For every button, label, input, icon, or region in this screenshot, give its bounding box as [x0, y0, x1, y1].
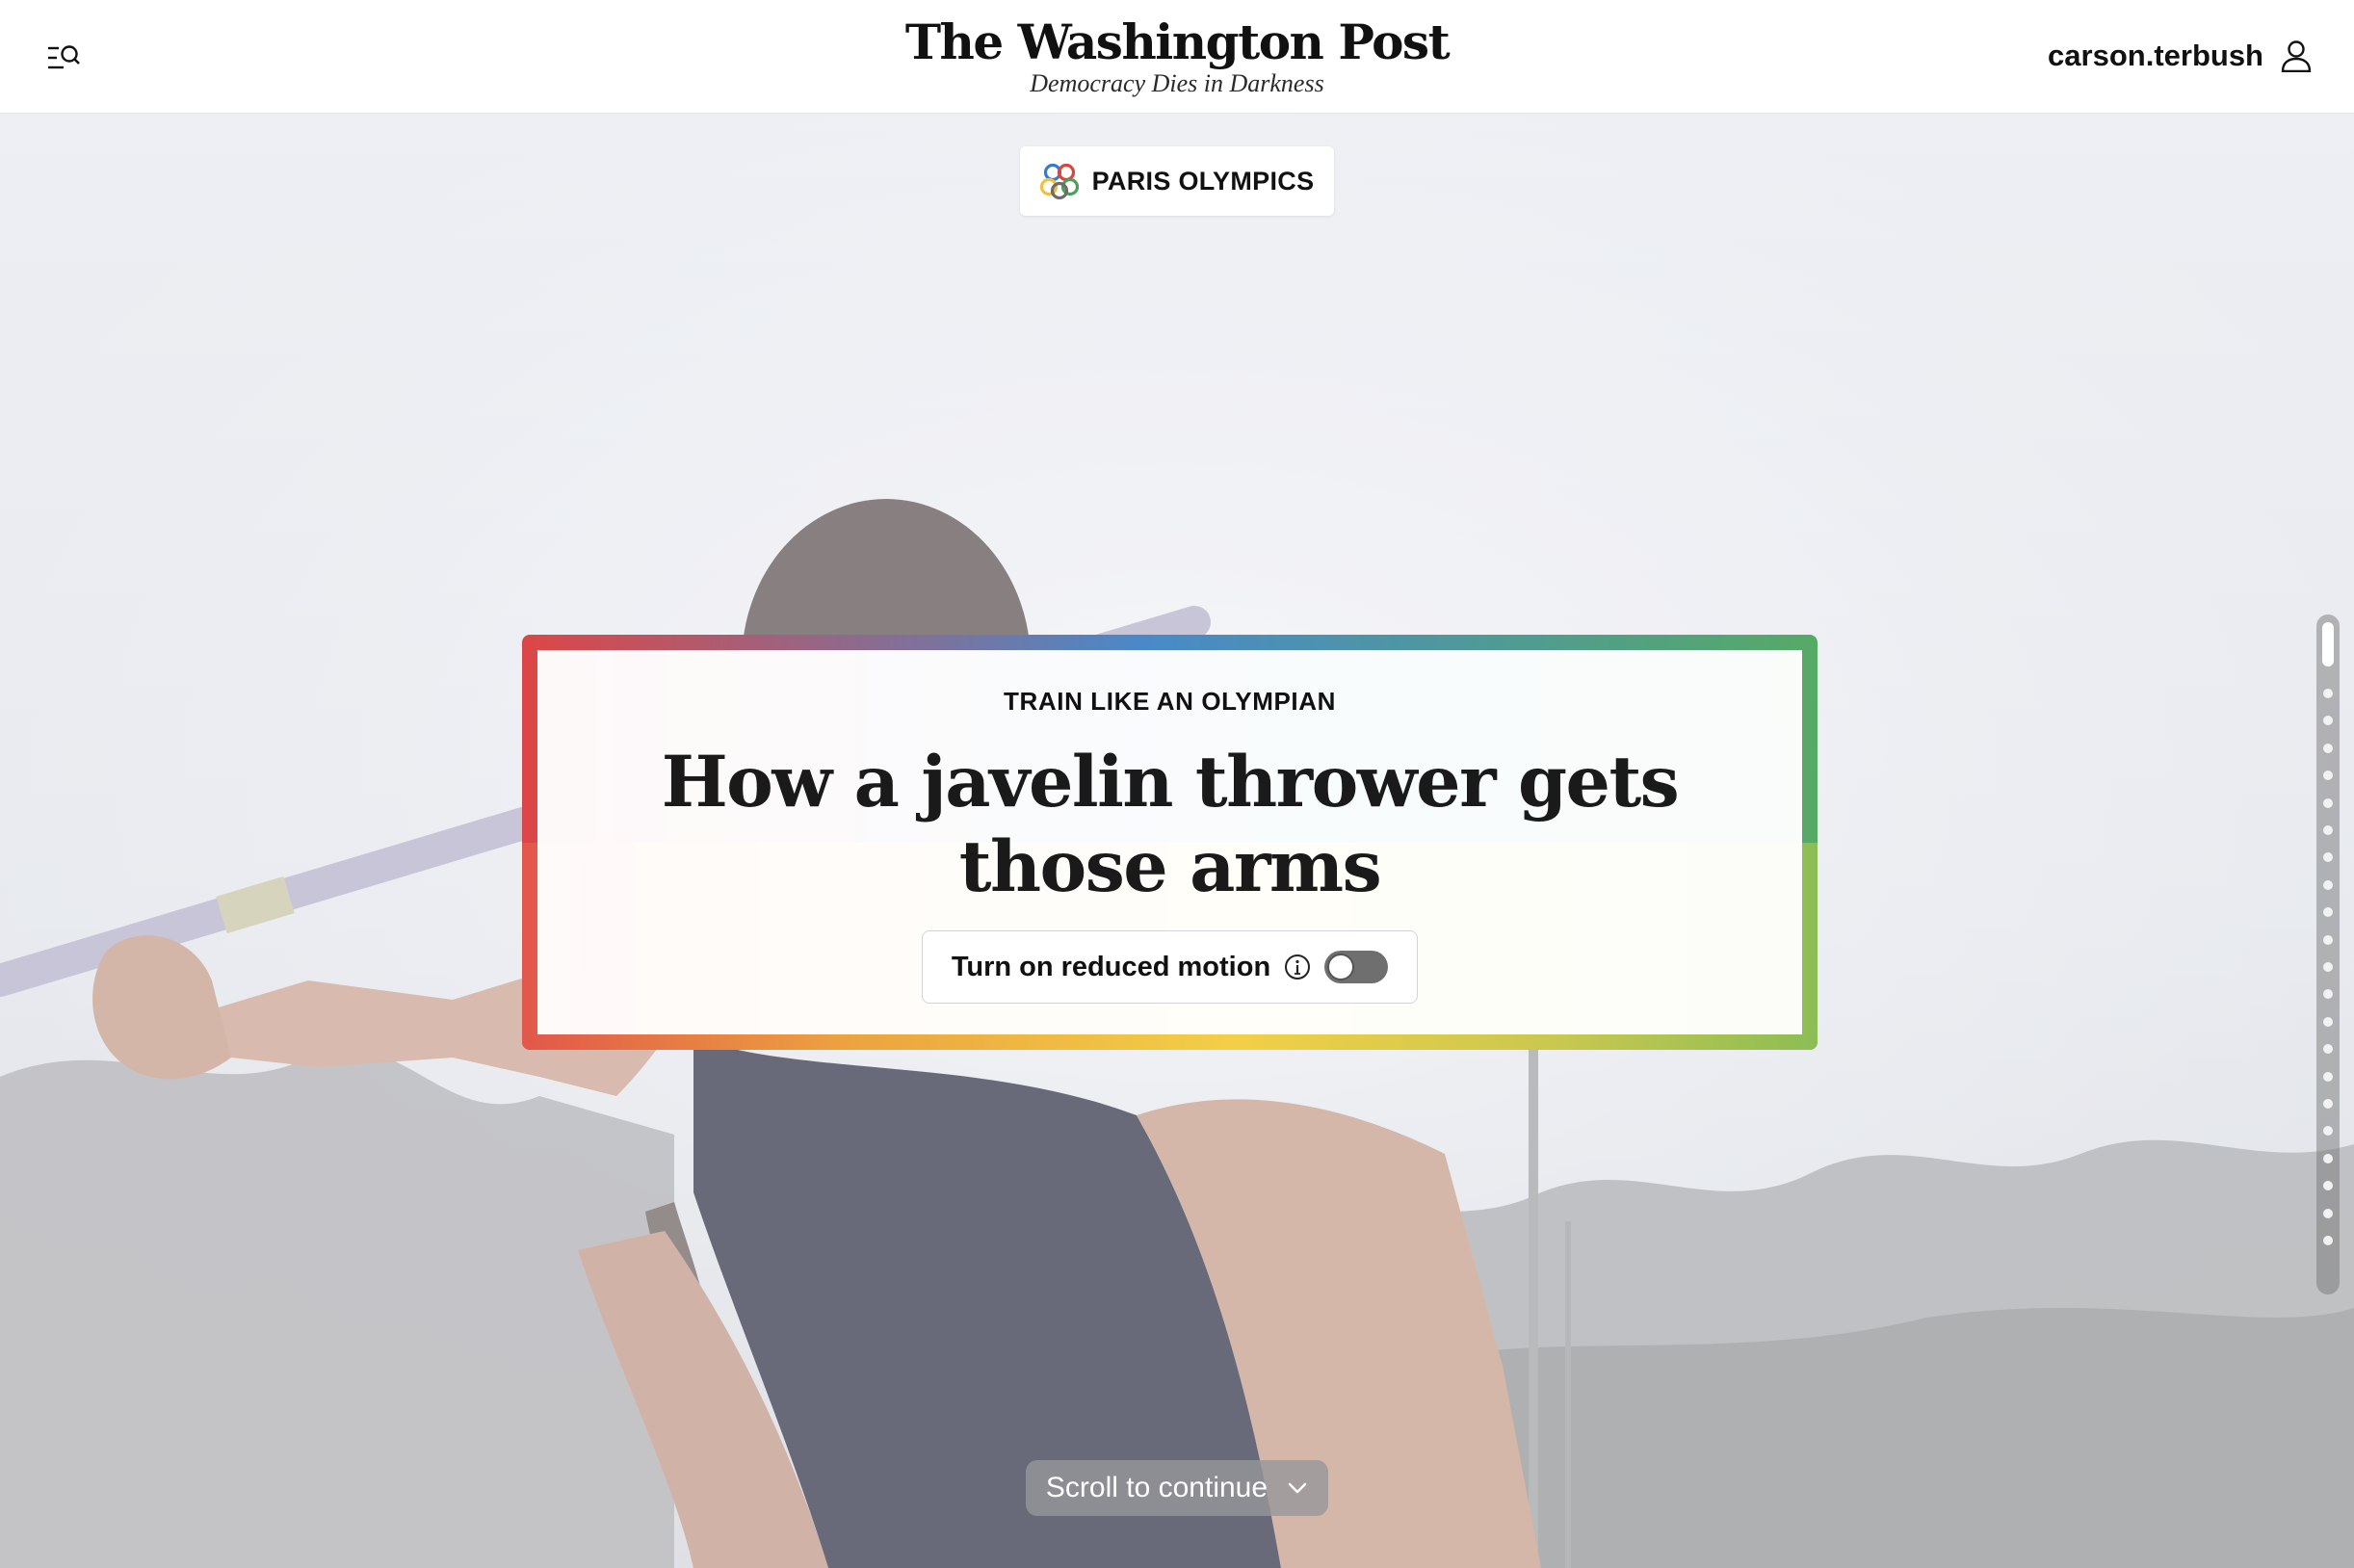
- reduced-motion-toggle[interactable]: [1324, 951, 1389, 983]
- story-progress-dot[interactable]: [2323, 907, 2333, 918]
- story-progress-rail[interactable]: [2316, 614, 2340, 1294]
- story-progress-dot[interactable]: [2323, 689, 2333, 698]
- page: The Washington Post Democracy Dies in Da…: [0, 0, 2354, 1568]
- reduced-motion-label: Turn on reduced motion: [951, 951, 1271, 982]
- logo-tagline: Democracy Dies in Darkness: [1030, 69, 1324, 97]
- scroll-label: Scroll to continue: [1045, 1472, 1269, 1503]
- logo-name: The Washington Post: [904, 13, 1451, 70]
- olympic-rings-icon: [1039, 163, 1079, 200]
- menu-search-icon: [48, 45, 80, 69]
- story-progress-dot[interactable]: [2323, 1236, 2333, 1245]
- story-progress-dot[interactable]: [2323, 825, 2333, 835]
- scroll-to-continue-button[interactable]: Scroll to continue: [1026, 1460, 1328, 1516]
- story-progress-dot[interactable]: [2323, 989, 2333, 1000]
- story-progress-dot[interactable]: [2323, 934, 2333, 945]
- story-progress-dot[interactable]: [2323, 1071, 2333, 1082]
- story-progress-dot[interactable]: [2323, 1153, 2333, 1163]
- story-progress-dot[interactable]: [2323, 716, 2333, 726]
- site-header: The Washington Post Democracy Dies in Da…: [0, 0, 2354, 114]
- user-icon: [2281, 40, 2312, 72]
- account-menu[interactable]: carson.terbush: [2048, 35, 2312, 77]
- story-progress-dot[interactable]: [2323, 743, 2333, 753]
- story-progress-dot[interactable]: [2323, 771, 2333, 781]
- menu-search-button[interactable]: [42, 37, 85, 79]
- section-label: PARIS OLYMPICS: [1091, 166, 1315, 196]
- section-link-paris-olympics[interactable]: PARIS OLYMPICS: [1020, 146, 1334, 216]
- toggle-knob: [1327, 954, 1355, 980]
- story-progress-dot[interactable]: [2323, 1208, 2333, 1218]
- reduced-motion-control[interactable]: Turn on reduced motion: [921, 930, 1419, 1004]
- story-progress-dot[interactable]: [2323, 879, 2333, 890]
- story-progress-dot[interactable]: [2323, 852, 2333, 863]
- story-progress-dot[interactable]: [2323, 1099, 2333, 1109]
- story-progress-dot[interactable]: [2323, 1126, 2333, 1137]
- info-icon[interactable]: [1284, 954, 1311, 980]
- story-progress-dot[interactable]: [2323, 1044, 2333, 1055]
- story-progress-dot[interactable]: [2323, 1016, 2333, 1027]
- story-progress-current[interactable]: [2322, 622, 2334, 666]
- site-logo[interactable]: The Washington Post Democracy Dies in Da…: [904, 13, 1451, 98]
- headline-card-frame: TRAIN LIKE AN OLYMPIAN How a javelin thr…: [522, 635, 1818, 1050]
- username: carson.terbush: [2048, 39, 2263, 72]
- article-headline: How a javelin thrower gets those arms: [661, 741, 1680, 908]
- story-progress-dot[interactable]: [2323, 797, 2333, 808]
- article-kicker: TRAIN LIKE AN OLYMPIAN: [1004, 687, 1336, 716]
- headline-card: TRAIN LIKE AN OLYMPIAN How a javelin thr…: [537, 650, 1802, 1034]
- chevron-down-icon: [1288, 1482, 1307, 1494]
- story-progress-dot[interactable]: [2323, 962, 2333, 972]
- story-progress-dot[interactable]: [2323, 1181, 2333, 1191]
